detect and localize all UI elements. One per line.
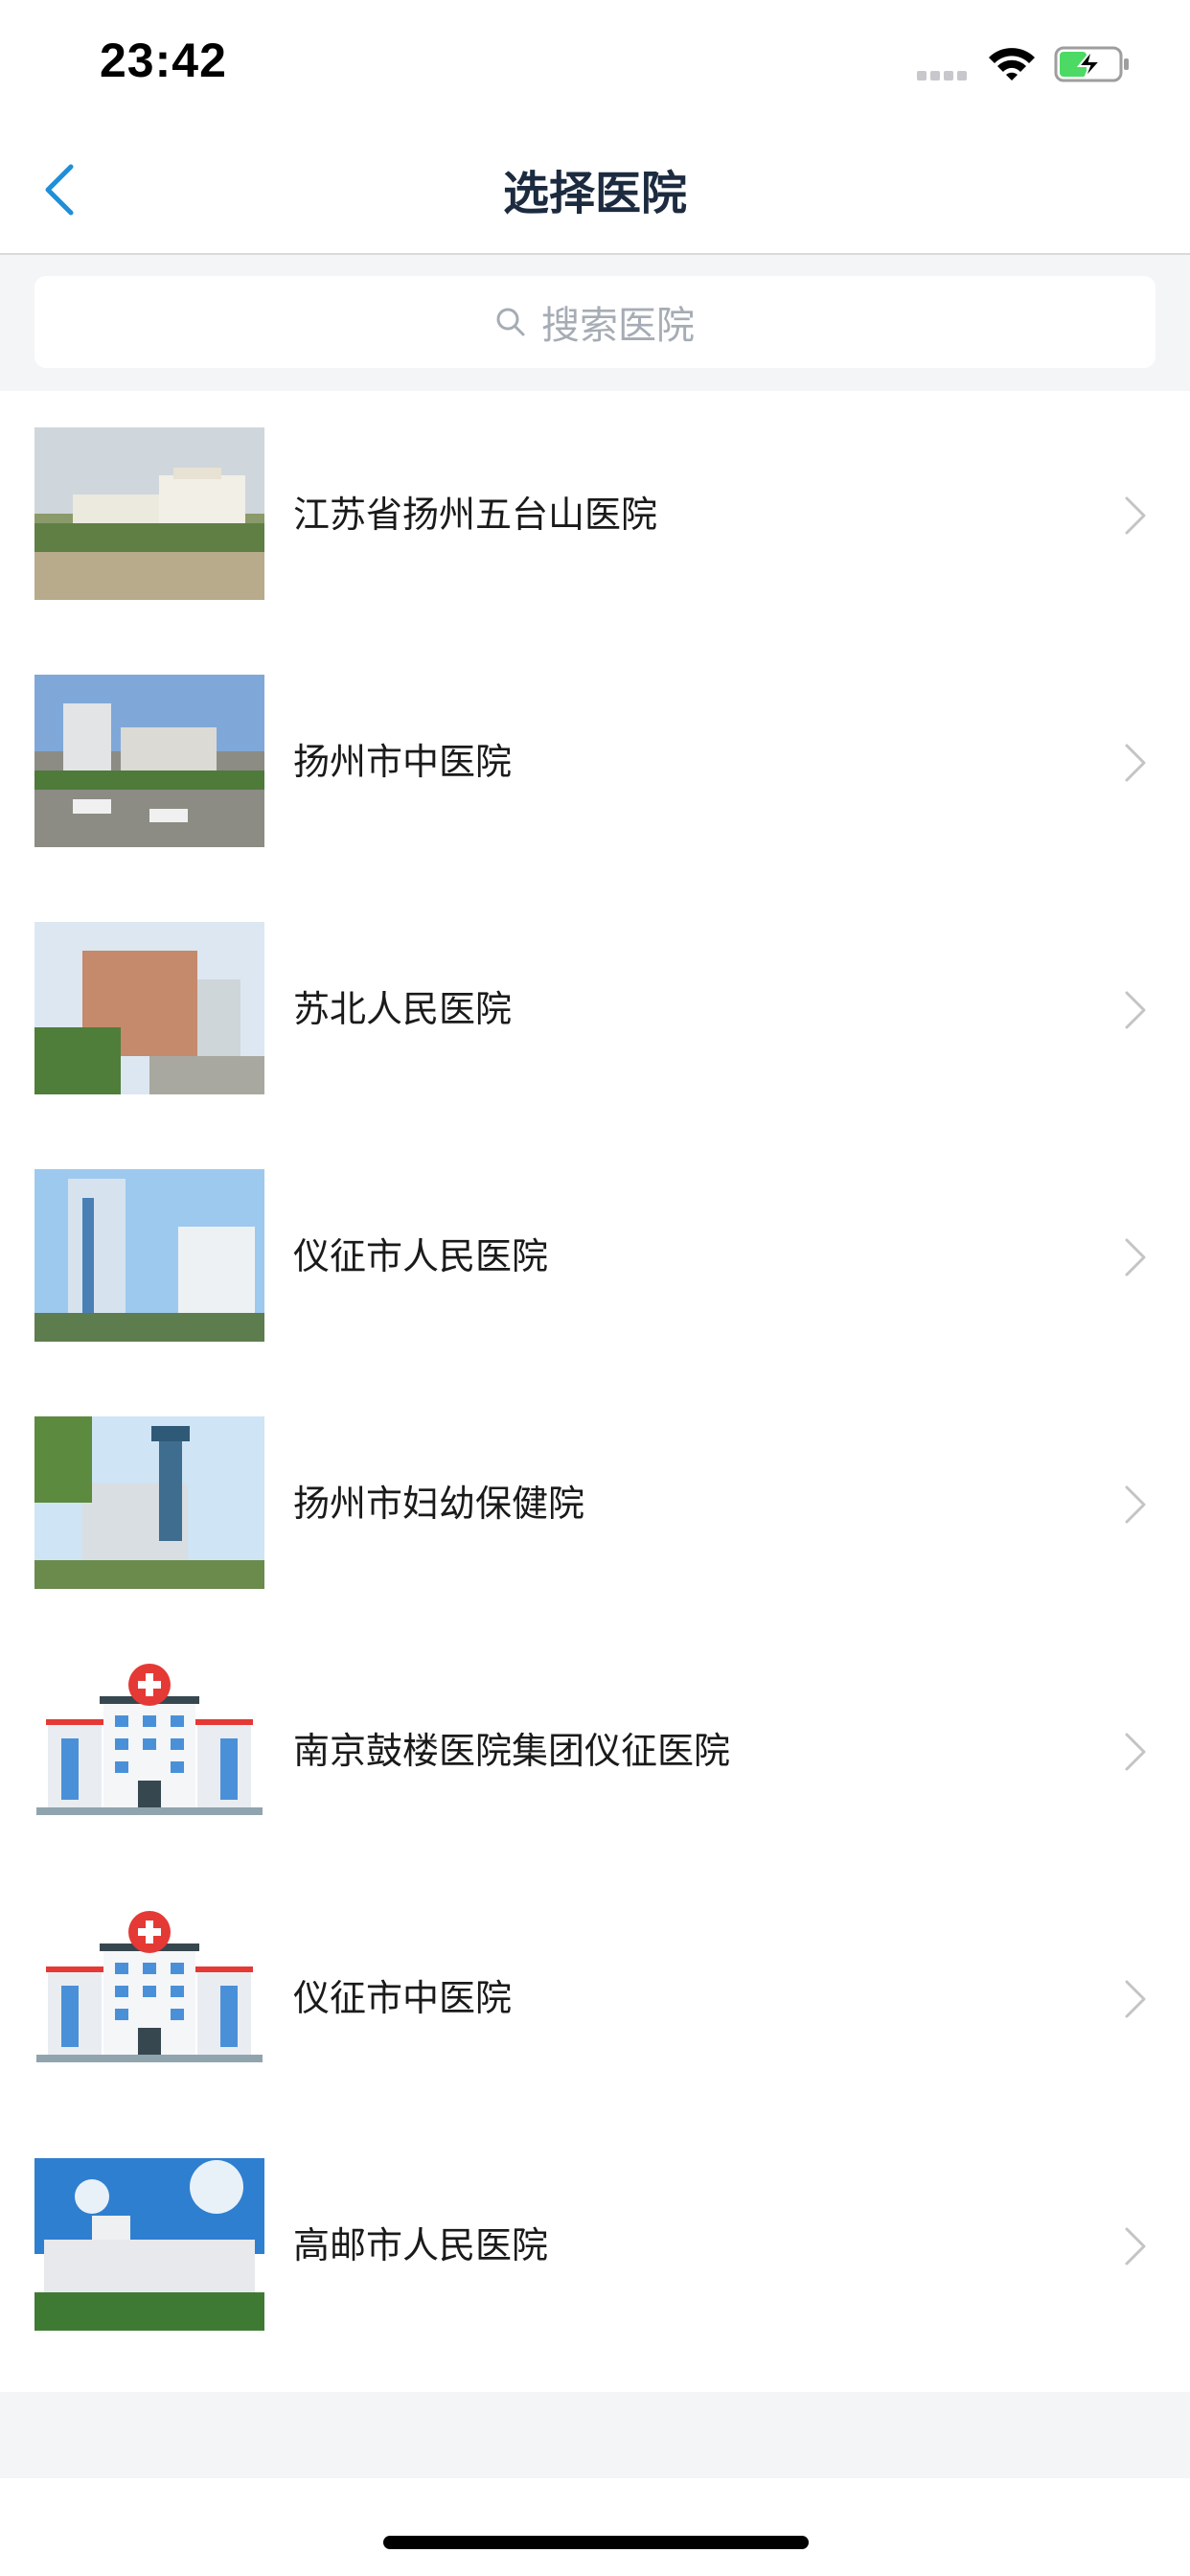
- home-indicator-area: [0, 2478, 1190, 2576]
- chevron-right-icon: [1125, 2227, 1146, 2266]
- battery-charging-icon: [1054, 46, 1129, 82]
- hospital-name: 扬州市中医院: [293, 741, 513, 783]
- chevron-right-icon: [1125, 496, 1146, 535]
- hospital-row[interactable]: 高邮市人民医院: [0, 2122, 1190, 2369]
- chevron-right-icon: [1125, 1485, 1146, 1524]
- hospital-name: 仪征市人民医院: [293, 1235, 549, 1277]
- hospital-photo: [34, 922, 264, 1094]
- hospital-name: 仪征市中医院: [293, 1977, 513, 2019]
- hospital-name: 南京鼓楼医院集团仪征医院: [293, 1730, 731, 1772]
- search-area: 搜索医院: [0, 255, 1190, 391]
- page-title: 选择医院: [502, 167, 687, 220]
- hospital-photo: [34, 1416, 264, 1589]
- hospital-row[interactable]: 扬州市妇幼保健院: [0, 1380, 1190, 1627]
- chevron-right-icon: [1125, 744, 1146, 782]
- hospital-row[interactable]: 扬州市中医院: [0, 638, 1190, 886]
- hospital-row[interactable]: 江苏省扬州五台山医院: [0, 391, 1190, 638]
- status-bar: 23:42: [0, 0, 1190, 126]
- search-placeholder: 搜索医院: [541, 304, 695, 348]
- hospital-photo: [34, 427, 264, 600]
- chevron-right-icon: [1125, 1238, 1146, 1276]
- hospital-building-icon: [34, 1664, 264, 1836]
- cellular-signal-icon: [917, 71, 971, 80]
- hospital-row[interactable]: 仪征市中医院: [0, 1874, 1190, 2122]
- hospital-name: 高邮市人民医院: [293, 2224, 549, 2266]
- hospital-photo: [34, 1169, 264, 1342]
- search-input[interactable]: 搜索医院: [34, 276, 1156, 368]
- hospital-name: 苏北人民医院: [293, 988, 513, 1030]
- wifi-icon: [989, 48, 1035, 80]
- hospital-row[interactable]: 苏北人民医院: [0, 886, 1190, 1133]
- hospital-row[interactable]: 仪征市人民医院: [0, 1133, 1190, 1380]
- chevron-right-icon: [1125, 1980, 1146, 2018]
- hospital-photo: [34, 2158, 264, 2331]
- hospital-name: 江苏省扬州五台山医院: [293, 494, 658, 536]
- chevron-right-icon: [1125, 1733, 1146, 1771]
- hospital-building-icon: [34, 1911, 264, 2083]
- hospital-photo: [34, 675, 264, 847]
- navigation-bar: 选择医院: [0, 126, 1190, 255]
- hospital-list: 江苏省扬州五台山医院 扬州市中医院 苏北人民医院 仪征市人民医院 扬州市妇幼保健…: [0, 391, 1190, 2392]
- list-footer-spacer: [0, 2392, 1190, 2478]
- home-indicator[interactable]: [383, 2536, 809, 2549]
- hospital-row[interactable]: 南京鼓楼医院集团仪征医院: [0, 1627, 1190, 1874]
- search-icon: [496, 308, 525, 336]
- status-time: 23:42: [100, 34, 227, 87]
- hospital-name: 扬州市妇幼保健院: [293, 1483, 585, 1525]
- chevron-right-icon: [1125, 991, 1146, 1029]
